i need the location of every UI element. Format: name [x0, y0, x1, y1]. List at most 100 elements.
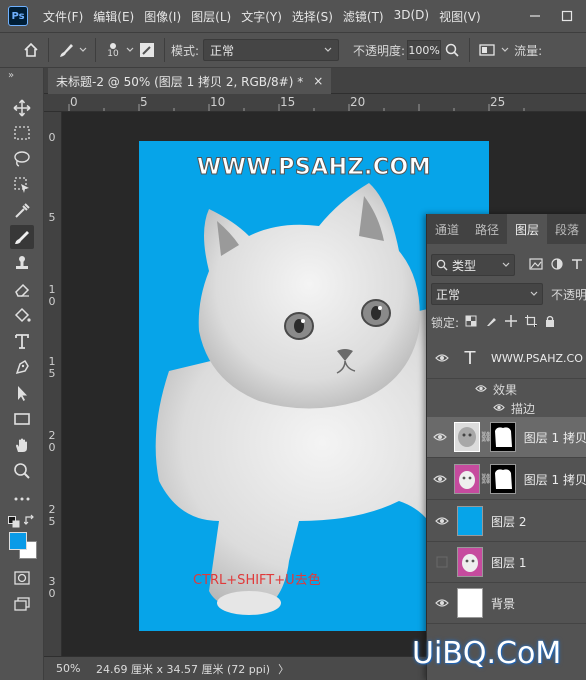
layers-panel: 通道 路径 图层 段落 类型 正常 不透明 锁定: T WWW.PSAHZ.CO… [426, 214, 586, 680]
visibility-toggle-empty[interactable] [427, 556, 457, 568]
menu-3d[interactable]: 3D(D) [389, 8, 434, 25]
mode-value: 正常 [210, 43, 235, 58]
move-tool-icon[interactable] [10, 96, 34, 120]
status-menu-arrow[interactable]: 〉 [278, 661, 289, 677]
brush-preset-icon[interactable] [55, 39, 77, 61]
close-tab-icon[interactable]: × [313, 74, 323, 88]
chevron-down-icon[interactable] [77, 39, 89, 61]
filter-type-t-icon[interactable] [571, 258, 583, 273]
object-selection-tool-icon[interactable] [10, 173, 34, 197]
layer-thumbnail [453, 422, 480, 452]
brush-tool-icon[interactable] [10, 225, 34, 249]
layer-thumbnail [457, 588, 483, 618]
blend-mode-select[interactable]: 正常 [431, 283, 543, 305]
lock-row: 锁定: [427, 313, 586, 331]
ruler-label: 5 [48, 211, 56, 224]
brush-size-picker[interactable]: 10 [102, 41, 124, 59]
filter-adjustment-icon[interactable] [551, 257, 563, 273]
effect-eye-icon[interactable] [475, 382, 487, 396]
menu-filter[interactable]: 滤镜(T) [338, 8, 389, 25]
menu-image[interactable]: 图像(I) [139, 8, 186, 25]
ruler-label: 0 [48, 131, 56, 144]
zoom-level[interactable]: 50% [56, 662, 92, 675]
filter-pixel-icon[interactable] [529, 257, 543, 273]
chevron-down-icon[interactable] [498, 39, 512, 61]
layer-row-copy[interactable]: ⛓ 图层 1 拷贝 [427, 459, 586, 500]
marquee-tool-icon[interactable] [10, 121, 34, 145]
screen-mode-icon[interactable] [10, 592, 34, 616]
lock-all-icon[interactable] [545, 315, 555, 330]
opacity-field[interactable]: 100% [407, 40, 442, 60]
eyedropper-tool-icon[interactable] [10, 199, 34, 223]
ruler-label: 15 [280, 95, 296, 109]
expand-chevron-icon[interactable]: » [8, 70, 14, 81]
layer-mask-thumbnail[interactable] [489, 422, 516, 452]
layer-row-text[interactable]: T WWW.PSAHZ.CO [427, 338, 586, 379]
airbrush-icon[interactable] [476, 39, 498, 61]
pen-tool-icon[interactable] [10, 355, 34, 379]
lasso-tool-icon[interactable] [10, 147, 34, 171]
effect-eye-icon[interactable] [493, 401, 505, 415]
brush-settings-icon[interactable] [136, 39, 158, 61]
tab-paragraph[interactable]: 段落 [547, 214, 586, 244]
chevron-down-icon [530, 291, 538, 296]
maximize-icon[interactable] [558, 9, 576, 23]
paint-bucket-tool-icon[interactable] [10, 303, 34, 327]
rectangle-tool-icon[interactable] [10, 407, 34, 431]
document-tab[interactable]: 未标题-2 @ 50% (图层 1 拷贝 2, RGB/8#) * × [48, 68, 332, 94]
mode-label: 模式: [171, 43, 200, 58]
tab-channels[interactable]: 通道 [427, 214, 467, 244]
panel-tabs: 通道 路径 图层 段落 [427, 214, 586, 244]
layer-effects-row[interactable]: 效果 [427, 380, 586, 398]
layer-thumbnail [457, 506, 483, 536]
foreground-color-swatch[interactable] [9, 532, 27, 550]
blend-row: 正常 不透明 [427, 283, 586, 305]
document-tab-bar: 未标题-2 @ 50% (图层 1 拷贝 2, RGB/8#) * × [44, 68, 586, 94]
eraser-tool-icon[interactable] [10, 277, 34, 301]
zoom-tool-icon[interactable] [10, 459, 34, 483]
link-icon[interactable]: ⛓ [480, 432, 493, 443]
home-icon[interactable] [20, 39, 42, 61]
more-tools-icon[interactable] [10, 487, 34, 511]
path-selection-tool-icon[interactable] [10, 381, 34, 405]
visibility-eye-icon[interactable] [427, 353, 457, 363]
visibility-eye-icon[interactable] [427, 474, 454, 484]
visibility-eye-icon[interactable] [427, 598, 457, 608]
canvas-shortcut-text: CTRL+SHIFT+U去色 [193, 573, 321, 588]
visibility-eye-icon[interactable] [427, 516, 457, 526]
menu-edit[interactable]: 编辑(E) [88, 8, 139, 25]
quick-mask-icon[interactable] [10, 566, 34, 590]
separator [95, 38, 96, 62]
layer-row-background[interactable]: 背景 [427, 583, 586, 624]
options-bar: 10 模式: 正常 不透明度: 100% 流量: [0, 32, 586, 68]
menu-view[interactable]: 视图(V) [434, 8, 486, 25]
layer-row-layer1[interactable]: 图层 1 [427, 542, 586, 583]
tab-layers[interactable]: 图层 [507, 214, 548, 244]
visibility-eye-icon[interactable] [427, 432, 454, 442]
layer-effect-stroke-row[interactable]: 描边 [427, 399, 586, 417]
menu-bar: Ps 文件(F) 编辑(E) 图像(I) 图层(L) 文字(Y) 选择(S) 滤… [0, 0, 586, 32]
layer-mask-thumbnail[interactable] [489, 464, 516, 494]
hand-tool-icon[interactable] [10, 433, 34, 457]
chevron-down-icon[interactable] [124, 39, 136, 61]
minimize-icon[interactable] [526, 9, 544, 23]
layer-row-copy2[interactable]: ⛓ 图层 1 拷贝 [427, 417, 586, 458]
stamp-tool-icon[interactable] [10, 251, 34, 275]
filter-type-select[interactable]: 类型 [431, 254, 515, 276]
default-colors-icon[interactable] [8, 516, 20, 531]
link-icon[interactable]: ⛓ [480, 474, 493, 485]
pressure-opacity-icon[interactable] [441, 39, 463, 61]
layer-row-layer2[interactable]: 图层 2 [427, 501, 586, 542]
menu-file[interactable]: 文件(F) [38, 8, 88, 25]
tab-paths[interactable]: 路径 [467, 214, 507, 244]
lock-position-icon[interactable] [505, 314, 518, 330]
swap-colors-icon[interactable] [23, 514, 36, 529]
type-tool-icon[interactable] [10, 329, 34, 353]
lock-paint-icon[interactable] [485, 315, 497, 330]
mode-select[interactable]: 正常 [203, 39, 340, 61]
menu-select[interactable]: 选择(S) [287, 8, 338, 25]
menu-type[interactable]: 文字(Y) [236, 8, 287, 25]
lock-transparent-icon[interactable] [465, 315, 477, 330]
menu-layer[interactable]: 图层(L) [186, 8, 236, 25]
lock-artboard-icon[interactable] [525, 314, 538, 330]
